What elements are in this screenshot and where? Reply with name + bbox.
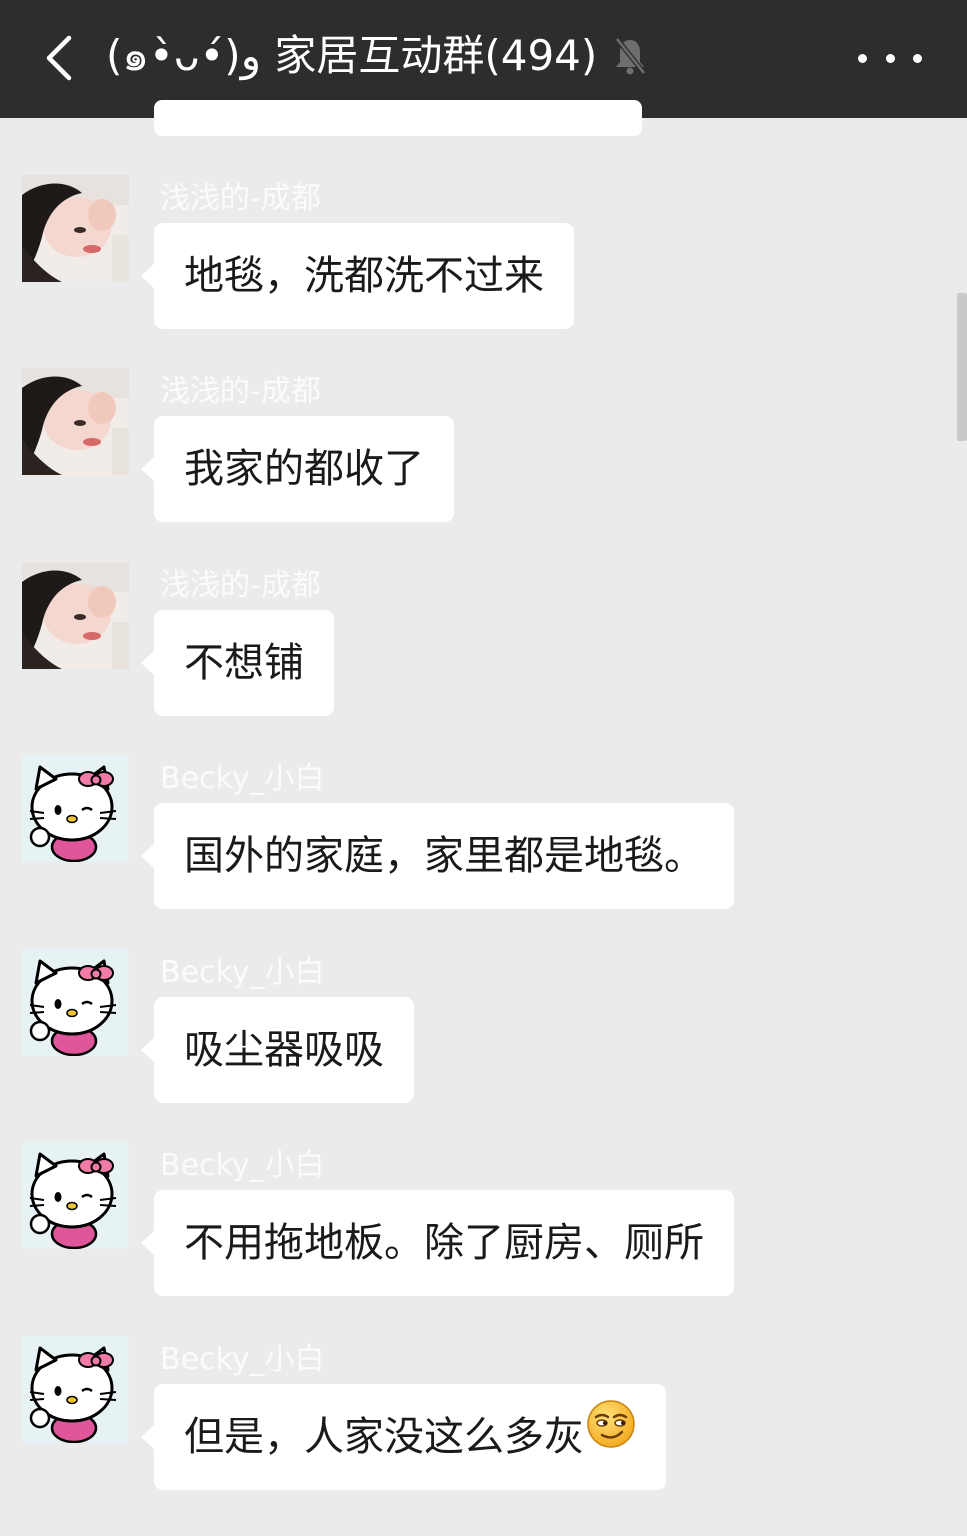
- message-text: 我家的都收了: [184, 446, 424, 492]
- chat-title-wrap: (๑•̀ᴗ•́)و 家居互动群(494): [106, 26, 647, 86]
- message-bubble[interactable]: 国外的家庭，家里都是地毯。: [141, 803, 734, 909]
- avatar[interactable]: [22, 755, 129, 862]
- avatar[interactable]: [22, 949, 129, 1056]
- chat-message: Becky_小白 吸尘器吸吸: [0, 949, 967, 1149]
- avatar[interactable]: [22, 562, 129, 669]
- chat-message: 浅浅的-成都 地毯，洗都洗不过来: [0, 175, 967, 375]
- sender-name: 浅浅的-成都: [160, 181, 321, 216]
- sender-name: Becky_小白: [160, 1342, 325, 1377]
- message-text: 地毯，洗都洗不过来: [184, 253, 544, 299]
- message-text: 不想铺: [184, 640, 304, 686]
- avatar[interactable]: [22, 1336, 129, 1443]
- chat-message: 浅浅的-成都 不想铺: [0, 562, 967, 762]
- hello-kitty-avatar: [22, 1336, 129, 1443]
- chevron-left-icon: [46, 35, 72, 81]
- more-button[interactable]: [858, 30, 922, 86]
- message-bubble[interactable]: 不想铺: [141, 610, 334, 716]
- chat-message: Becky_小白 但是，人家没这么多灰: [0, 1336, 967, 1536]
- message-text: 不用拖地板。除了厨房、厕所: [184, 1220, 704, 1266]
- avatar[interactable]: [22, 175, 129, 282]
- sender-name: Becky_小白: [160, 761, 325, 796]
- message-bubble[interactable]: 吸尘器吸吸: [141, 997, 414, 1103]
- message-bubble[interactable]: 我家的都收了: [141, 416, 454, 522]
- message-text: 但是，人家没这么多灰: [184, 1414, 584, 1460]
- woman-photo-avatar: [22, 175, 129, 282]
- bell-muted-icon: [613, 36, 647, 76]
- message-bubble[interactable]: 不用拖地板。除了厨房、厕所: [141, 1190, 734, 1296]
- sender-name: 浅浅的-成都: [160, 568, 321, 603]
- sender-name: Becky_小白: [160, 955, 325, 990]
- message-text: 国外的家庭，家里都是地毯。: [184, 833, 704, 879]
- woman-photo-avatar: [22, 368, 129, 475]
- hello-kitty-avatar: [22, 755, 129, 862]
- sender-name: 浅浅的-成都: [160, 374, 321, 409]
- previous-message-bubble[interactable]: [154, 100, 642, 136]
- woman-photo-avatar: [22, 562, 129, 669]
- avatar[interactable]: [22, 368, 129, 475]
- chat-title: (๑•̀ᴗ•́)و 家居互动群(494): [106, 31, 598, 80]
- smirk-emoji-icon: [586, 1383, 636, 1489]
- hello-kitty-avatar: [22, 949, 129, 1056]
- message-text: 吸尘器吸吸: [184, 1027, 384, 1073]
- chat-message: Becky_小白 国外的家庭，家里都是地毯。: [0, 755, 967, 955]
- sender-name: Becky_小白: [160, 1148, 325, 1183]
- message-bubble[interactable]: 地毯，洗都洗不过来: [141, 223, 574, 329]
- message-bubble[interactable]: 但是，人家没这么多灰: [141, 1383, 666, 1490]
- hello-kitty-avatar: [22, 1142, 129, 1249]
- chat-message: 浅浅的-成都 我家的都收了: [0, 368, 967, 568]
- back-button[interactable]: [34, 30, 82, 86]
- more-dots-icon: [858, 53, 867, 63]
- chat-message: Becky_小白 不用拖地板。除了厨房、厕所: [0, 1142, 967, 1342]
- avatar[interactable]: [22, 1142, 129, 1249]
